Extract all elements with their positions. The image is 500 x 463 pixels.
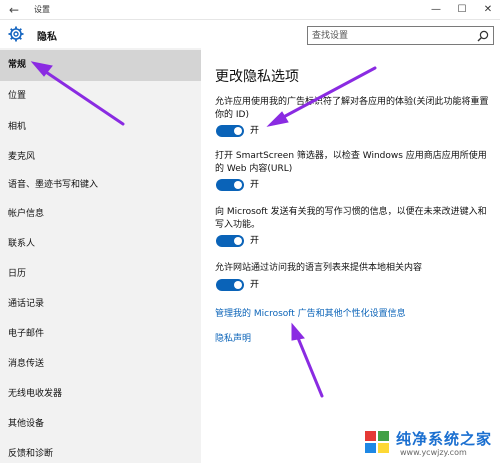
sidebar-item-camera[interactable]: 相机	[0, 112, 201, 143]
sidebar-item-other-devices[interactable]: 其他设备	[0, 409, 201, 440]
window-title: 设置	[34, 5, 50, 14]
smartscreen-state: 开	[250, 180, 260, 190]
option-language-list-description: 允许网站通过访问我的语言列表来提供本地相关内容	[215, 263, 423, 273]
smartscreen-toggle[interactable]	[216, 179, 244, 191]
writing-info-state: 开	[250, 236, 260, 246]
sidebar-item-account-info[interactable]: 帐户信息	[0, 199, 201, 230]
windows-logo-icon	[362, 427, 392, 457]
toggle-knob	[234, 181, 242, 189]
sidebar-item-feedback-diagnostics[interactable]: 反馈和诊断	[0, 439, 201, 463]
privacy-statement-link[interactable]: 隐私声明	[215, 331, 251, 344]
title-bar: ← 设置 — ☐ ✕	[0, 0, 500, 20]
search-icon[interactable]	[477, 30, 489, 42]
writing-info-toggle[interactable]	[216, 235, 244, 247]
sidebar-item-radios[interactable]: 无线电收发器	[0, 379, 201, 410]
toggle-knob	[234, 127, 242, 135]
language-list-state: 开	[250, 280, 260, 290]
section-title: 更改隐私选项	[215, 69, 299, 85]
watermark: 纯净系统之家 www.ycwjzy.com	[362, 425, 498, 461]
search-box[interactable]	[307, 26, 494, 45]
sidebar-item-microphone[interactable]: 麦克风	[0, 142, 201, 173]
gear-icon	[8, 26, 24, 42]
main-content: 更改隐私选项 允许应用使用我的广告标识符了解对各应用的体验(关闭此功能将重置你的…	[201, 48, 500, 463]
sidebar-item-call-history[interactable]: 通话记录	[0, 289, 201, 320]
manage-ads-link[interactable]: 管理我的 Microsoft 广告和其他个性化设置信息	[215, 306, 406, 319]
advertising-id-state: 开	[250, 126, 260, 136]
sidebar-item-contacts[interactable]: 联系人	[0, 229, 201, 260]
option-smartscreen-description: 打开 SmartScreen 筛选器，以检查 Windows 应用商店应用所使用…	[215, 151, 487, 174]
back-arrow-icon[interactable]: ←	[6, 2, 22, 18]
toggle-knob	[234, 237, 242, 245]
sidebar-item-email[interactable]: 电子邮件	[0, 319, 201, 350]
sidebar: 常规 位置 相机 麦克风 语音、墨迹书写和键入 帐户信息 联系人 日历 通话记录…	[0, 48, 201, 463]
sidebar-item-general[interactable]: 常规	[0, 50, 201, 81]
maximize-icon[interactable]: ☐	[451, 1, 473, 18]
watermark-text: 纯净系统之家	[396, 430, 493, 448]
page-title: 隐私	[37, 32, 57, 43]
sidebar-item-location[interactable]: 位置	[0, 81, 201, 112]
advertising-id-toggle[interactable]	[216, 125, 244, 137]
sidebar-item-speech-inking-typing[interactable]: 语音、墨迹书写和键入	[0, 170, 201, 201]
language-list-toggle[interactable]	[216, 279, 244, 291]
search-input[interactable]	[312, 30, 462, 42]
sidebar-item-calendar[interactable]: 日历	[0, 259, 201, 290]
close-icon[interactable]: ✕	[477, 1, 499, 18]
toggle-knob	[234, 281, 242, 289]
option-advertising-id-description: 允许应用使用我的广告标识符了解对各应用的体验(关闭此功能将重置你的 ID)	[215, 97, 489, 120]
option-writing-info-description: 向 Microsoft 发送有关我的写作习惯的信息，以便在未来改进键入和写入功能…	[215, 207, 487, 230]
minimize-icon[interactable]: —	[425, 1, 447, 18]
sidebar-item-messaging[interactable]: 消息传送	[0, 349, 201, 380]
watermark-url: www.ycwjzy.com	[400, 448, 467, 457]
